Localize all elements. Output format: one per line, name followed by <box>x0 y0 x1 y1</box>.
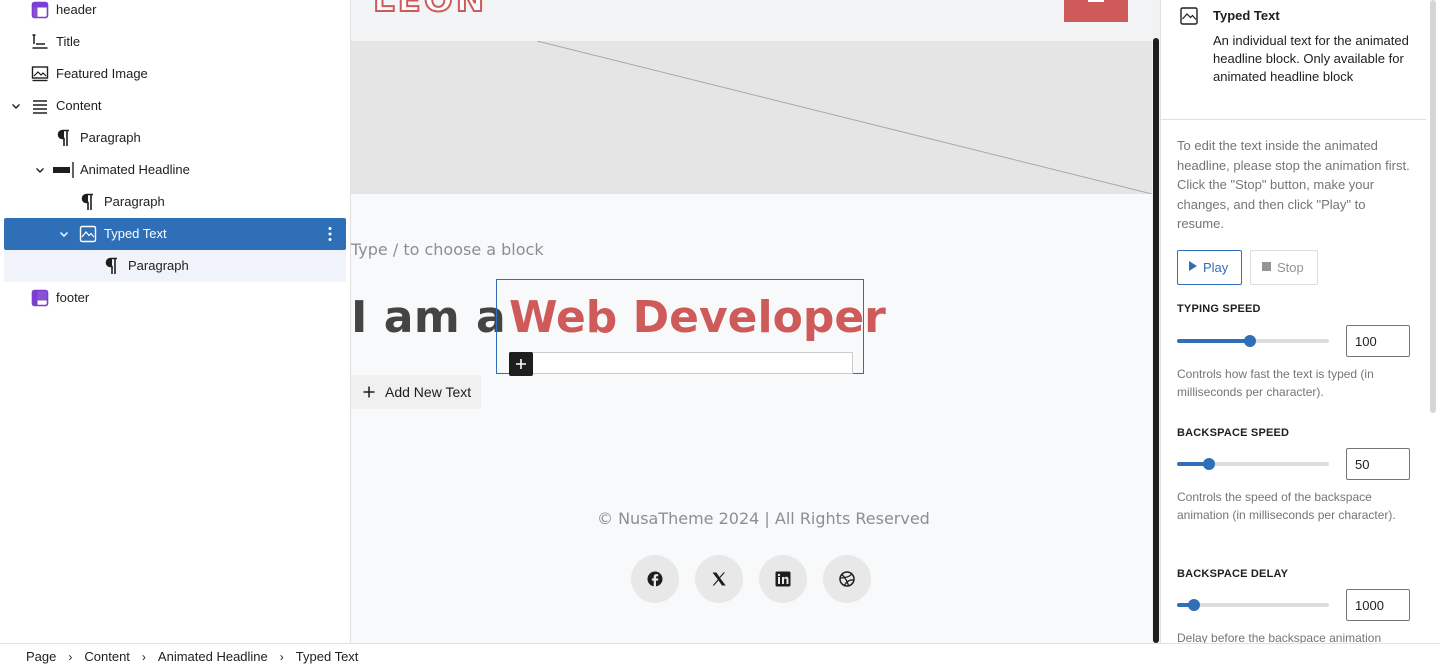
dribbble-icon[interactable] <box>823 555 871 603</box>
menu-button[interactable] <box>1064 0 1128 22</box>
editor-canvas[interactable]: LEON Type / to choose a block I am a Web… <box>351 0 1152 643</box>
add-new-text-button[interactable]: Add New Text <box>351 375 481 409</box>
inspector-scrollbar[interactable] <box>1428 0 1438 643</box>
x-icon[interactable] <box>695 555 743 603</box>
chevron-down-icon[interactable] <box>10 100 22 112</box>
block-placeholder[interactable]: Type / to choose a block <box>351 240 544 259</box>
list-item-paragraph[interactable]: Paragraph <box>4 186 346 218</box>
list-item-animated-headline[interactable]: Animated Headline <box>4 154 346 186</box>
block-inspector: Typed Text An individual text for the an… <box>1160 0 1440 643</box>
breadcrumb: Page › Content › Animated Headline › Typ… <box>0 643 1440 669</box>
backspace-speed-slider[interactable] <box>1177 458 1329 470</box>
list-item-typed-text[interactable]: Typed Text <box>4 218 346 250</box>
slider-fill <box>1177 339 1250 343</box>
list-item-footer[interactable]: footer <box>4 282 346 314</box>
play-icon <box>1189 261 1197 274</box>
play-label: Play <box>1203 260 1229 275</box>
title-icon <box>30 32 50 52</box>
template-part-icon <box>30 0 50 20</box>
paragraph-icon <box>54 128 74 148</box>
list-item-label: Paragraph <box>128 258 189 273</box>
list-view-panel: header Title Featured Image Content Para… <box>0 0 351 643</box>
stop-icon <box>1262 261 1271 274</box>
backspace-speed-label: Backspace Speed <box>1177 427 1290 439</box>
list-item-featured-image[interactable]: Featured Image <box>4 58 346 90</box>
more-options-icon[interactable] <box>324 224 336 244</box>
canvas-scrollbar[interactable] <box>1152 0 1160 643</box>
site-logo[interactable]: LEON <box>372 0 487 21</box>
chevron-down-icon[interactable] <box>34 164 46 176</box>
block-card-description: An individual text for the animated head… <box>1213 33 1409 84</box>
block-card-title: Typed Text <box>1213 8 1280 23</box>
list-item-label: Content <box>56 98 102 113</box>
play-button[interactable]: Play <box>1177 250 1242 285</box>
list-item-paragraph[interactable]: Paragraph <box>4 122 346 154</box>
slider-thumb[interactable] <box>1202 458 1215 470</box>
footer-copyright[interactable]: © NusaTheme 2024 | All Rights Reserved <box>597 509 930 528</box>
typed-text-paragraph-input[interactable] <box>509 352 853 374</box>
slider-thumb[interactable] <box>1243 335 1256 347</box>
slider-thumb[interactable] <box>1187 599 1200 611</box>
backspace-delay-slider[interactable] <box>1177 599 1329 611</box>
paragraph-icon <box>78 192 98 212</box>
list-item-paragraph[interactable]: Paragraph <box>4 250 346 282</box>
template-part-icon <box>30 288 50 308</box>
chevron-down-icon[interactable] <box>58 228 70 240</box>
featured-image-icon <box>30 64 50 84</box>
breadcrumb-item-content[interactable]: Content <box>84 649 130 664</box>
list-item-label: Paragraph <box>104 194 165 209</box>
typed-text-icon <box>78 224 98 244</box>
list-item-label: Title <box>56 34 81 49</box>
list-item-content[interactable]: Content <box>4 90 346 122</box>
facebook-icon[interactable] <box>631 555 679 603</box>
linkedin-icon[interactable] <box>759 555 807 603</box>
list-item-header[interactable]: header <box>4 0 346 26</box>
plus-icon <box>363 382 375 403</box>
chevron-right-icon: › <box>68 649 73 664</box>
add-new-text-label: Add New Text <box>385 384 472 400</box>
typing-speed-input[interactable]: 100 <box>1346 325 1410 357</box>
animated-headline-icon <box>52 160 76 180</box>
list-item-label: footer <box>56 290 90 305</box>
list-item-label: Featured Image <box>56 66 148 81</box>
animation-help-text: To edit the text inside the animated hea… <box>1177 138 1410 231</box>
typed-text-block[interactable]: Web Developer <box>496 279 886 376</box>
list-item-title[interactable]: Title <box>4 26 346 58</box>
site-header[interactable]: LEON <box>351 0 1152 41</box>
chevron-right-icon: › <box>141 649 146 664</box>
backspace-delay-help: Delay before the backspace animation <box>1177 631 1382 643</box>
plus-icon <box>516 359 526 369</box>
list-item-label: Typed Text <box>104 226 167 241</box>
content-icon <box>30 96 50 116</box>
backspace-delay-input[interactable]: 1000 <box>1346 589 1410 621</box>
featured-image-placeholder[interactable] <box>351 41 1152 194</box>
block-card: Typed Text An individual text for the an… <box>1161 0 1426 120</box>
list-item-label: Paragraph <box>80 130 141 145</box>
breadcrumb-item-animated-headline[interactable]: Animated Headline <box>158 649 268 664</box>
chevron-right-icon: › <box>279 649 284 664</box>
typing-speed-label: Typing Speed <box>1177 303 1261 315</box>
typed-text-icon <box>1179 6 1199 31</box>
typing-speed-slider[interactable] <box>1177 335 1329 347</box>
stop-button[interactable]: Stop <box>1250 250 1318 285</box>
headline-static-text[interactable]: I am a <box>351 292 506 343</box>
typed-text[interactable]: Web Developer <box>509 292 886 343</box>
breadcrumb-item-typed-text: Typed Text <box>295 649 359 664</box>
backspace-delay-label: Backspace Delay <box>1177 568 1289 580</box>
block-inserter-button[interactable] <box>509 352 533 376</box>
backspace-speed-help: Controls the speed of the backspace anim… <box>1177 490 1396 522</box>
list-item-label: header <box>56 2 97 17</box>
paragraph-icon <box>102 256 122 276</box>
backspace-speed-input[interactable]: 50 <box>1346 448 1410 480</box>
typing-speed-help: Controls how fast the text is typed (in … <box>1177 367 1374 399</box>
stop-label: Stop <box>1277 260 1304 275</box>
list-item-label: Animated Headline <box>80 162 190 177</box>
breadcrumb-item-page[interactable]: Page <box>26 649 56 664</box>
